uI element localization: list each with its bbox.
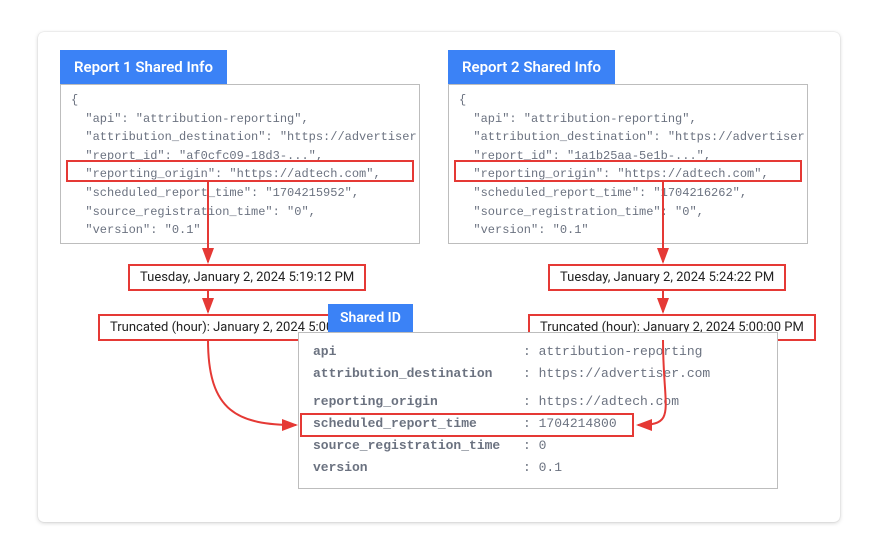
diagram-canvas: Report 1 Shared Info { "api": "attributi… — [0, 0, 878, 555]
report1-json: { "api": "attribution-reporting", "attri… — [71, 93, 420, 244]
report2-json: { "api": "attribution-reporting", "attri… — [459, 93, 808, 244]
report1-title: Report 1 Shared Info — [74, 58, 213, 76]
diagram-frame: Report 1 Shared Info { "api": "attributi… — [38, 32, 840, 522]
shared-row-scheduled: scheduled_report_time: 1704214800 — [313, 413, 763, 435]
shared-id-box: api: attribution-reporting attribution_d… — [298, 332, 778, 489]
shared-id-title-tab: Shared ID — [328, 304, 413, 332]
shared-row-version: version: 0.1 — [313, 457, 763, 479]
report2-title-tab: Report 2 Shared Info — [448, 50, 615, 84]
shared-row-source: source_registration_time: 0 — [313, 435, 763, 457]
report1-title-tab: Report 1 Shared Info — [60, 50, 227, 84]
report1-readable-time: Tuesday, January 2, 2024 5:19:12 PM — [128, 264, 366, 291]
report2-json-box: { "api": "attribution-reporting", "attri… — [448, 84, 808, 244]
shared-row-origin: reporting_origin: https://adtech.com — [313, 391, 763, 413]
report2-readable-time: Tuesday, January 2, 2024 5:24:22 PM — [548, 264, 786, 291]
shared-row-destination: attribution_destination: https://adverti… — [313, 363, 763, 385]
shared-id-title: Shared ID — [340, 310, 401, 326]
report2-title: Report 2 Shared Info — [462, 58, 601, 76]
shared-row-api: api: attribution-reporting — [313, 341, 763, 363]
report1-json-box: { "api": "attribution-reporting", "attri… — [60, 84, 420, 244]
